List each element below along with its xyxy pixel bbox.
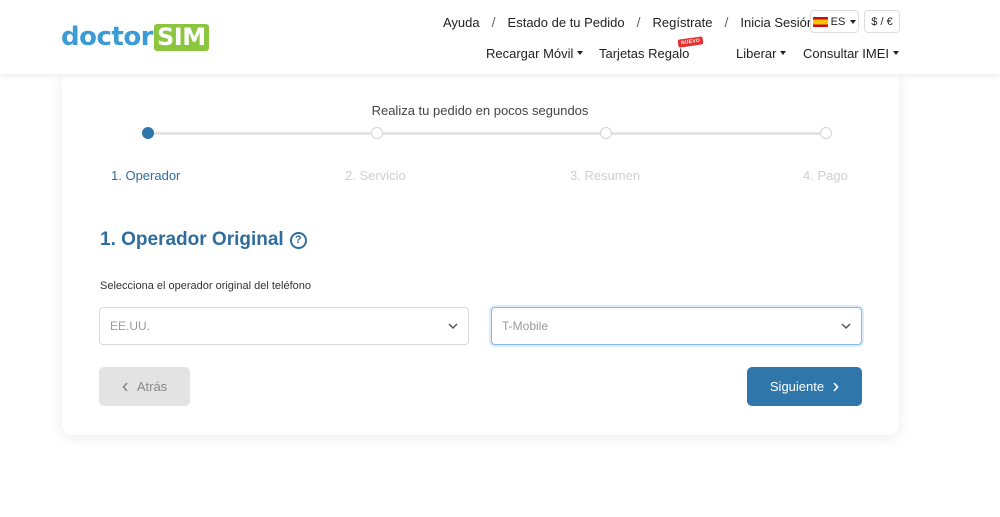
back-button-label: Atrás <box>136 379 168 394</box>
step-label-operador: 1. Operador <box>111 168 181 183</box>
caret-down-icon <box>780 51 787 55</box>
topnav-separator: / <box>491 14 496 30</box>
spain-flag-icon <box>812 16 828 27</box>
topnav-registrate[interactable]: Regístrate <box>653 15 713 30</box>
nav-tarjetas-label: Tarjetas Regalo <box>599 45 690 61</box>
top-navigation: Ayuda / Estado de tu Pedido / Regístrate… <box>443 10 814 34</box>
caret-down-icon <box>850 19 857 24</box>
currency-label: $ / € <box>871 15 893 28</box>
nav-liberar[interactable]: Liberar <box>736 42 787 64</box>
chevron-right-icon <box>833 381 839 392</box>
section-title: 1. Operador Original ? <box>100 229 307 251</box>
topnav-inicia-sesion[interactable]: Inicia Sesión <box>740 15 814 30</box>
operator-select-label: Selecciona el operador original del telé… <box>100 280 311 292</box>
step-dot-3 <box>600 127 612 139</box>
nav-consultar-imei[interactable]: Consultar IMEI <box>803 42 899 64</box>
main-navigation: Recargar Móvil Tarjetas Regalo Liberar C… <box>0 42 1000 64</box>
country-select-value: EE.UU. <box>110 319 151 333</box>
stepper-title: Realiza tu pedido en pocos segundos <box>371 103 589 118</box>
next-button[interactable]: Siguiente <box>747 367 862 406</box>
caret-down-icon <box>577 51 584 55</box>
language-code: ES <box>830 15 846 28</box>
step-label-pago: 4. Pago <box>803 168 848 183</box>
site-header: doctor SIM Ayuda / Estado de tu Pedido / … <box>0 0 1000 74</box>
nav-tarjetas-regalo[interactable]: Tarjetas Regalo <box>599 42 689 64</box>
topnav-ayuda[interactable]: Ayuda <box>443 15 480 30</box>
chevron-down-icon <box>448 323 458 330</box>
step-dot-4 <box>820 127 832 139</box>
chevron-left-icon <box>122 381 128 392</box>
step-dot-2 <box>371 127 383 139</box>
step-label-servicio: 2. Servicio <box>345 168 406 183</box>
step-dot-1 <box>142 127 154 139</box>
topnav-estado-pedido[interactable]: Estado de tu Pedido <box>508 15 625 30</box>
carrier-select[interactable]: T-Mobile <box>491 307 862 345</box>
step-label-resumen: 3. Resumen <box>570 168 641 183</box>
section-title-text: 1. Operador Original <box>100 229 284 250</box>
nav-consultar-label: Consultar IMEI <box>803 45 889 61</box>
help-icon[interactable]: ? <box>289 231 307 249</box>
nav-recargar-label: Recargar Móvil <box>486 45 574 61</box>
topnav-separator: / <box>724 14 729 30</box>
nav-recargar-movil[interactable]: Recargar Móvil <box>486 42 584 64</box>
language-selector[interactable]: ES <box>810 10 859 33</box>
country-select[interactable]: EE.UU. <box>99 307 469 345</box>
back-button[interactable]: Atrás <box>99 367 190 406</box>
currency-selector[interactable]: $ / € <box>864 10 900 33</box>
nav-liberar-label: Liberar <box>736 45 777 61</box>
next-button-label: Siguiente <box>769 379 825 394</box>
chevron-down-icon <box>841 323 851 330</box>
caret-down-icon <box>892 51 899 55</box>
topnav-separator: / <box>636 14 641 30</box>
carrier-select-value: T-Mobile <box>502 319 549 333</box>
stepper-track <box>148 132 827 135</box>
